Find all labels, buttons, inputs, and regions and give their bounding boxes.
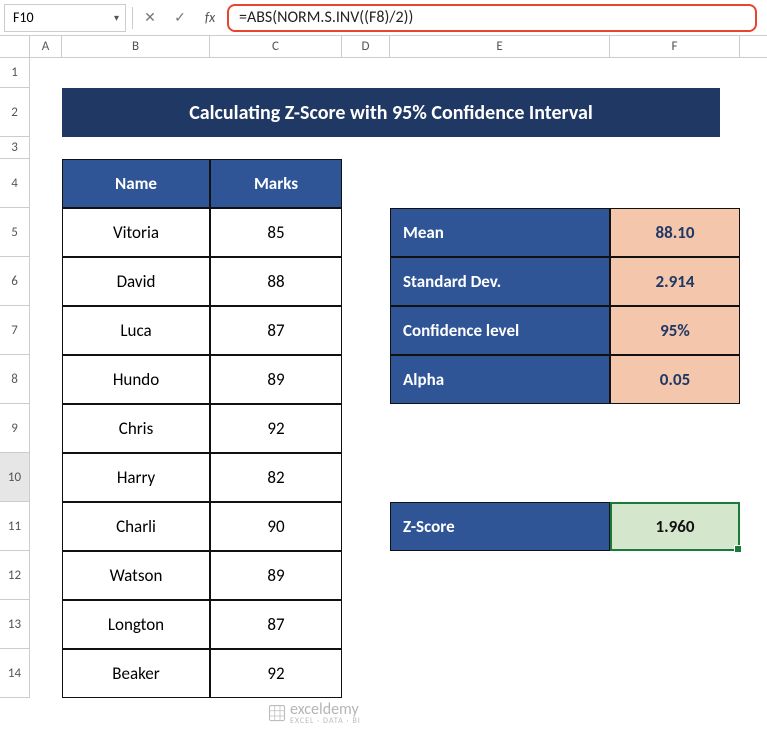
chevron-down-icon[interactable]: ▾ [114,11,119,24]
row-header-11[interactable]: 11 [0,502,30,551]
spreadsheet-grid: A B C D E F 1 2 3 4 5 6 7 8 9 10 11 12 1… [0,36,767,756]
cell-name[interactable]: Charli [62,502,210,551]
watermark-tagline: EXCEL · DATA · BI [290,716,361,726]
formula-bar-buttons: ✕ ✓ fx [139,7,221,29]
stat-label: Confidence level [390,306,610,355]
col-header-C[interactable]: C [210,36,342,57]
col-header-B[interactable]: B [62,36,210,57]
formula-input[interactable]: =ABS(NORM.S.INV((F8)/2)) [227,4,757,32]
row-header-5[interactable]: 5 [0,208,30,257]
page-title: Calculating Z-Score with 95% Confidence … [62,88,720,137]
cell-name[interactable]: Watson [62,551,210,600]
cell-marks[interactable]: 92 [210,404,342,453]
row-header-1[interactable]: 1 [0,58,30,88]
select-all-corner[interactable] [0,36,30,57]
table-header-name: Name [62,159,210,208]
cancel-icon[interactable]: ✕ [139,7,161,29]
cell-name[interactable]: Longton [62,600,210,649]
row-header-7[interactable]: 7 [0,306,30,355]
row-header-6[interactable]: 6 [0,257,30,306]
cell-marks[interactable]: 87 [210,600,342,649]
stat-row-mean: Mean 88.10 [390,208,740,257]
stat-row-alpha: Alpha 0.05 [390,355,740,404]
cell-marks[interactable]: 90 [210,502,342,551]
zscore-label: Z-Score [390,502,610,551]
spreadsheet-icon [268,704,286,722]
stats-table: Mean 88.10 Standard Dev. 2.914 Confidenc… [390,208,740,404]
stat-label: Alpha [390,355,610,404]
name-box[interactable]: F10 ▾ [4,4,126,32]
table-row: Longton 87 [62,600,342,649]
column-headers: A B C D E F [0,36,767,58]
cell-name[interactable]: David [62,257,210,306]
watermark: exceldemy EXCEL · DATA · BI [268,700,361,726]
stat-label: Mean [390,208,610,257]
cell-marks[interactable]: 92 [210,649,342,698]
stat-row-stddev: Standard Dev. 2.914 [390,257,740,306]
cell-marks[interactable]: 88 [210,257,342,306]
table-row: David 88 [62,257,342,306]
col-header-D[interactable]: D [342,36,390,57]
row-header-4[interactable]: 4 [0,159,30,208]
table-row: Luca 87 [62,306,342,355]
table-row: Vitoria 85 [62,208,342,257]
cell-name[interactable]: Hundo [62,355,210,404]
col-header-A[interactable]: A [30,36,62,57]
row-header-12[interactable]: 12 [0,551,30,600]
cell-name[interactable]: Harry [62,453,210,502]
check-icon[interactable]: ✓ [169,7,191,29]
cell-name[interactable]: Vitoria [62,208,210,257]
zscore-result: Z-Score 1.960 [390,502,740,551]
formula-bar: F10 ▾ ✕ ✓ fx =ABS(NORM.S.INV((F8)/2)) [0,0,767,36]
cell-marks[interactable]: 87 [210,306,342,355]
cell-name[interactable]: Chris [62,404,210,453]
stat-value[interactable]: 88.10 [610,208,740,257]
row-header-14[interactable]: 14 [0,649,30,698]
table-header-marks: Marks [210,159,342,208]
selection-handle[interactable] [734,545,742,553]
row-header-9[interactable]: 9 [0,404,30,453]
row-header-3[interactable]: 3 [0,137,30,159]
cell-marks[interactable]: 85 [210,208,342,257]
row-header-13[interactable]: 13 [0,600,30,649]
stat-value[interactable]: 0.05 [610,355,740,404]
table-row: Hundo 89 [62,355,342,404]
col-header-F[interactable]: F [610,36,740,57]
cell-marks[interactable]: 89 [210,551,342,600]
stat-value[interactable]: 2.914 [610,257,740,306]
row-headers: 1 2 3 4 5 6 7 8 9 10 11 12 13 14 [0,58,30,698]
table-row: Harry 82 [62,453,342,502]
stat-label: Standard Dev. [390,257,610,306]
table-row: Charli 90 [62,502,342,551]
col-header-E[interactable]: E [390,36,610,57]
table-row: Chris 92 [62,404,342,453]
table-row: Watson 89 [62,551,342,600]
name-box-value: F10 [13,9,34,26]
table-row: Beaker 92 [62,649,342,698]
zscore-value: 1.960 [655,516,694,537]
cell-marks[interactable]: 89 [210,355,342,404]
stat-value[interactable]: 95% [610,306,740,355]
data-table: Name Marks Vitoria 85 David 88 Luca 87 H… [62,159,342,698]
cell-name[interactable]: Luca [62,306,210,355]
row-header-10[interactable]: 10 [0,453,30,502]
formula-text: =ABS(NORM.S.INV((F8)/2)) [239,8,413,27]
row-header-2[interactable]: 2 [0,88,30,137]
cell-marks[interactable]: 82 [210,453,342,502]
row-header-8[interactable]: 8 [0,355,30,404]
cells-area[interactable]: Calculating Z-Score with 95% Confidence … [30,58,767,698]
divider [132,7,133,29]
cell-name[interactable]: Beaker [62,649,210,698]
fx-icon[interactable]: fx [199,7,221,29]
zscore-value-cell[interactable]: 1.960 [610,502,740,551]
stat-row-confidence: Confidence level 95% [390,306,740,355]
